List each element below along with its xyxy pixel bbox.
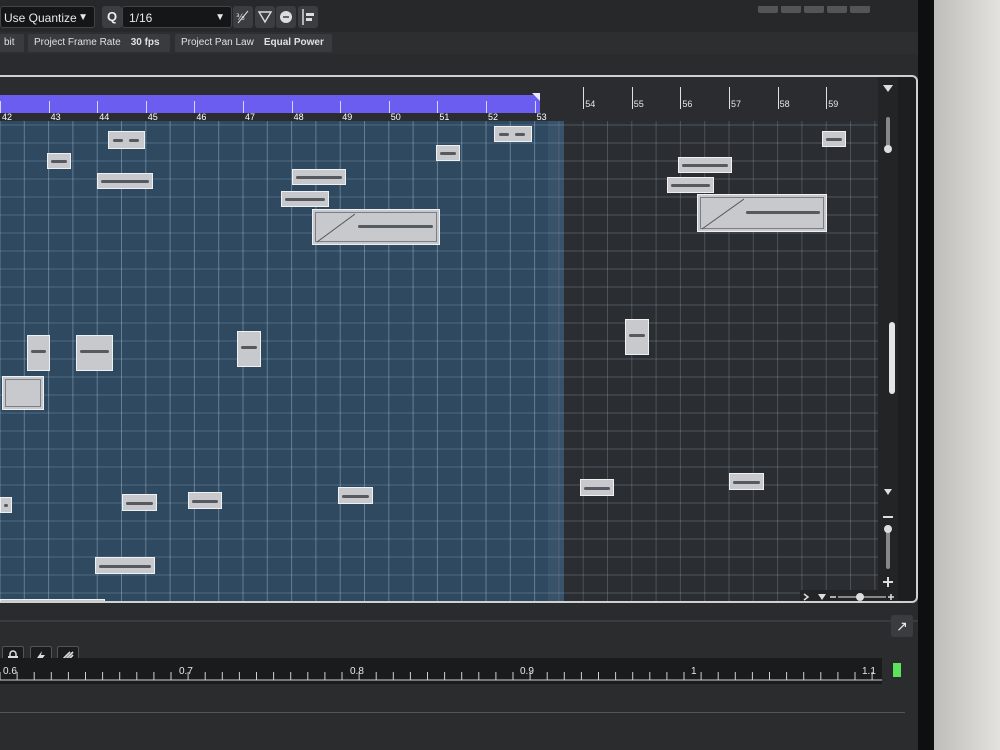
pan-law-chip[interactable]: Project Pan Law Equal Power xyxy=(175,34,332,52)
audio-event[interactable] xyxy=(188,492,222,509)
bar-tick xyxy=(583,87,585,109)
chevron-down-icon: ▼ xyxy=(215,12,225,23)
time-ruler-label: 0.7 xyxy=(179,666,193,677)
time-ruler-label: 1 xyxy=(691,666,697,677)
audio-event[interactable] xyxy=(0,497,12,513)
bar-tick xyxy=(194,101,196,113)
frame-rate-value: 30 fps xyxy=(130,37,160,48)
quantize-mode-label: Use Quantize xyxy=(4,11,77,25)
vertical-scrollbar[interactable] xyxy=(878,77,898,601)
audio-event-selected[interactable] xyxy=(312,209,440,245)
time-ruler-label: 0.8 xyxy=(350,666,364,677)
audio-event[interactable] xyxy=(281,191,329,207)
audio-event[interactable] xyxy=(338,487,373,504)
audio-event[interactable] xyxy=(76,335,113,371)
bar-number: 58 xyxy=(779,99,790,109)
frame-rate-label: Project Frame Rate xyxy=(34,37,121,48)
monitor-bezel xyxy=(918,0,934,750)
bar-tick xyxy=(486,101,487,113)
bit-depth-chip[interactable]: bit xyxy=(0,34,24,52)
layout-icon[interactable] xyxy=(850,6,870,13)
bar-tick xyxy=(777,87,779,109)
bar-tick xyxy=(97,101,99,113)
layout-icon[interactable] xyxy=(804,6,824,13)
project-window: 42 43 44 45 46 47 48 49 50 51 52 53 54 55 56 57 58 59 xyxy=(0,75,918,603)
audio-event[interactable] xyxy=(27,335,50,371)
bar-tick xyxy=(48,101,50,113)
audio-event[interactable] xyxy=(678,157,732,173)
audio-event[interactable] xyxy=(494,126,532,142)
bar-tick xyxy=(145,101,147,113)
bar-tick xyxy=(534,101,536,113)
bar-number: 56 xyxy=(682,99,693,109)
quantize-fraction-icon[interactable]: ⅜ xyxy=(233,6,253,28)
audio-event[interactable] xyxy=(667,177,714,193)
bar-tick xyxy=(243,101,244,113)
bar-tick xyxy=(0,101,1,113)
bit-depth-value: bit xyxy=(4,37,15,48)
automation-line xyxy=(0,712,905,713)
cycle-range[interactable] xyxy=(0,95,540,113)
event-display[interactable] xyxy=(0,121,878,601)
bar-ruler[interactable]: 42 43 44 45 46 47 48 49 50 51 52 53 54 55 56 57 58 59 xyxy=(0,77,878,122)
audio-event[interactable] xyxy=(0,599,105,601)
layout-icon[interactable] xyxy=(781,6,801,13)
audio-event-selected[interactable] xyxy=(2,376,44,410)
audio-event[interactable] xyxy=(95,557,155,574)
frame-rate-chip[interactable]: Project Frame Rate 30 fps xyxy=(28,34,170,52)
cycle-end-marker[interactable] xyxy=(532,93,540,101)
bar-tick xyxy=(437,101,439,113)
grid-value-select[interactable]: 1/16 ▼ xyxy=(122,6,232,28)
time-ruler-label: 1.1 xyxy=(862,666,876,677)
audio-event-selected[interactable] xyxy=(697,194,827,232)
audio-event[interactable] xyxy=(436,145,460,161)
audio-event[interactable] xyxy=(97,173,153,189)
bar-tick xyxy=(631,87,633,109)
audio-event[interactable] xyxy=(122,494,157,511)
time-ruler-ticks xyxy=(0,672,882,681)
audio-event[interactable] xyxy=(47,153,71,169)
cubase-screen: Use Quantize ▼ Q 1/16 ▼ ⅜ bit Project Fr… xyxy=(0,0,935,750)
bar-number: 57 xyxy=(731,99,742,109)
time-ruler-label: 0.6 xyxy=(3,666,17,677)
audio-event[interactable] xyxy=(822,131,846,147)
bar-number: 54 xyxy=(585,99,596,109)
bar-tick xyxy=(680,87,682,109)
bar-tick xyxy=(340,101,342,113)
audio-event[interactable] xyxy=(292,169,346,185)
expand-arrow-icon[interactable]: ↗ xyxy=(891,615,913,637)
window-layout-icons xyxy=(758,0,873,13)
toolbar: Use Quantize ▼ Q 1/16 ▼ ⅜ xyxy=(0,0,918,32)
bar-tick xyxy=(729,87,730,109)
chevron-down-icon: ▼ xyxy=(78,12,88,23)
horizontal-zoom[interactable] xyxy=(800,590,896,601)
iterative-quantize-icon[interactable] xyxy=(255,6,275,28)
audio-event[interactable] xyxy=(729,473,764,490)
svg-text:⅜: ⅜ xyxy=(236,13,245,23)
project-status-bar: bit Project Frame Rate 30 fps Project Pan… xyxy=(0,32,918,54)
pan-law-label: Project Pan Law xyxy=(181,37,254,48)
audio-event[interactable] xyxy=(625,319,649,355)
bar-tick xyxy=(388,101,390,113)
layout-icon[interactable] xyxy=(827,6,847,13)
time-ruler-label: 0.9 xyxy=(520,666,534,677)
bar-tick xyxy=(291,101,293,113)
time-ruler[interactable]: 0.6 0.7 0.8 0.9 1 1.1 xyxy=(0,658,882,684)
grid-value-label: 1/16 xyxy=(129,11,153,25)
audio-event[interactable] xyxy=(580,479,614,496)
quantize-button[interactable]: Q xyxy=(102,6,122,28)
level-meter xyxy=(893,663,901,677)
layout-icon[interactable] xyxy=(758,6,778,13)
bar-number: 55 xyxy=(633,99,644,109)
background-wall xyxy=(934,0,1000,750)
pan-law-value: Equal Power xyxy=(263,37,324,48)
audio-event[interactable] xyxy=(237,331,261,367)
bar-tick xyxy=(826,87,828,109)
bar-number: 59 xyxy=(828,99,839,109)
audio-event[interactable] xyxy=(108,131,145,149)
snap-line-icon[interactable] xyxy=(298,6,318,28)
quantize-mode-select[interactable]: Use Quantize ▼ xyxy=(0,6,95,28)
lower-zone-editor: ↗ 0.6 0.7 0.8 0.9 1 1.1 xyxy=(0,615,918,750)
edit-mode-icon[interactable] xyxy=(276,6,296,28)
